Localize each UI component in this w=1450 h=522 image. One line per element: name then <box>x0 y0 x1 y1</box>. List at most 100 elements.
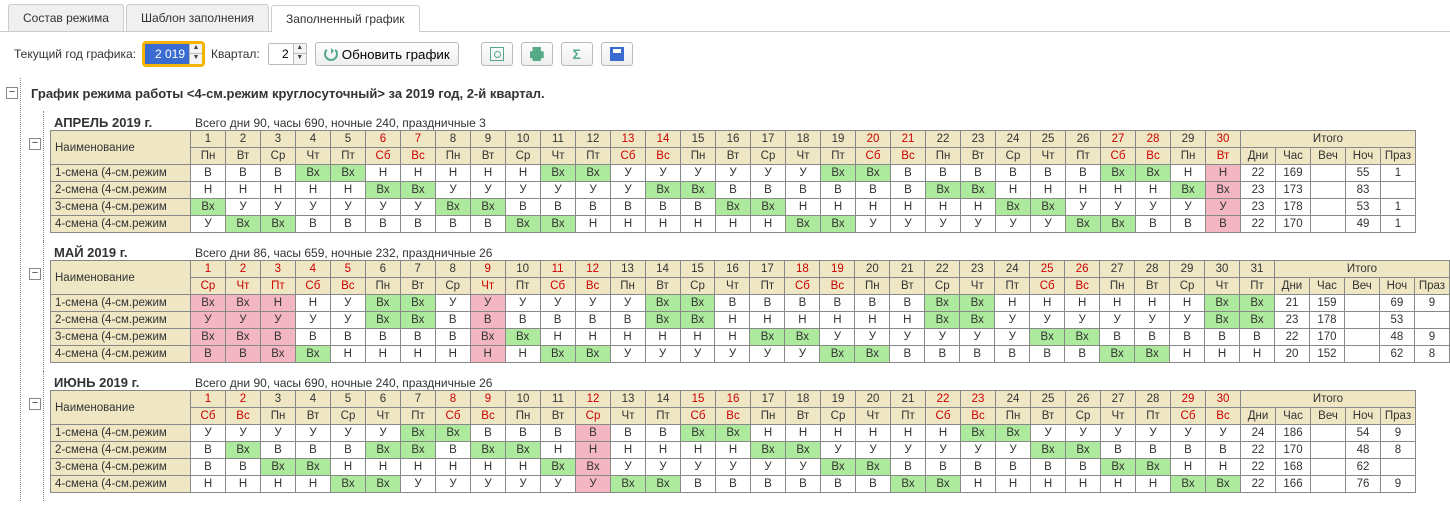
cell[interactable]: Н <box>856 425 891 442</box>
cell[interactable]: Вх <box>505 329 540 346</box>
cell[interactable]: Н <box>576 216 611 233</box>
cell[interactable]: Вх <box>401 442 436 459</box>
cell[interactable]: Вх <box>366 476 401 493</box>
cell[interactable]: Н <box>891 425 926 442</box>
cell[interactable]: Вх <box>400 295 435 312</box>
cell[interactable]: В <box>716 476 751 493</box>
cell[interactable]: Н <box>436 165 471 182</box>
cell[interactable]: Вх <box>471 199 506 216</box>
cell[interactable]: Н <box>576 442 611 459</box>
cell[interactable]: Н <box>926 199 961 216</box>
tab-0[interactable]: Состав режима <box>8 4 124 31</box>
cell[interactable]: В <box>191 459 226 476</box>
cell[interactable]: Н <box>401 459 436 476</box>
cell[interactable]: У <box>331 199 366 216</box>
cell[interactable]: У <box>856 216 891 233</box>
cell[interactable]: У <box>856 442 891 459</box>
cell[interactable]: Вх <box>996 199 1031 216</box>
cell[interactable]: Вх <box>575 346 610 363</box>
tab-2[interactable]: Заполненный график <box>271 5 420 32</box>
cell[interactable]: Н <box>995 295 1030 312</box>
cell[interactable]: У <box>961 442 996 459</box>
cell[interactable]: В <box>961 459 996 476</box>
cell[interactable]: У <box>1066 199 1101 216</box>
cell[interactable]: В <box>435 312 470 329</box>
cell[interactable]: Вх <box>1066 442 1101 459</box>
cell[interactable]: Н <box>680 329 715 346</box>
cell[interactable]: Н <box>611 216 646 233</box>
cell[interactable]: У <box>1031 216 1066 233</box>
cell[interactable]: В <box>925 346 960 363</box>
cell[interactable]: Вх <box>226 442 261 459</box>
expander-month-0[interactable]: − <box>27 135 43 150</box>
cell[interactable]: В <box>1031 459 1066 476</box>
cell[interactable]: У <box>471 476 506 493</box>
cell[interactable]: Вх <box>1136 165 1171 182</box>
cell[interactable]: Вх <box>926 182 961 199</box>
cell[interactable]: Вх <box>680 312 715 329</box>
cell[interactable]: Вх <box>1205 312 1240 329</box>
cell[interactable]: В <box>1171 442 1206 459</box>
year-input[interactable] <box>145 44 189 64</box>
cell[interactable]: В <box>1066 459 1101 476</box>
cell[interactable]: У <box>435 295 470 312</box>
cell[interactable]: В <box>681 476 716 493</box>
cell[interactable]: Н <box>1171 459 1206 476</box>
cell[interactable]: У <box>995 329 1030 346</box>
year-down[interactable]: ▼ <box>190 54 202 64</box>
cell[interactable]: Н <box>821 425 856 442</box>
cell[interactable]: Н <box>506 459 541 476</box>
cell[interactable]: Вх <box>541 459 576 476</box>
cell[interactable]: Вх <box>576 165 611 182</box>
cell[interactable]: В <box>611 425 646 442</box>
cell[interactable]: Н <box>331 182 366 199</box>
cell[interactable]: В <box>751 476 786 493</box>
cell[interactable]: Вх <box>471 442 506 459</box>
cell[interactable]: Н <box>610 329 645 346</box>
cell[interactable]: Вх <box>1031 199 1066 216</box>
cell[interactable]: У <box>470 295 505 312</box>
cell[interactable]: У <box>331 425 366 442</box>
cell[interactable]: В <box>435 329 470 346</box>
cell[interactable]: У <box>995 312 1030 329</box>
cell[interactable]: У <box>1136 199 1171 216</box>
cell[interactable]: Н <box>961 199 996 216</box>
cell[interactable]: У <box>401 199 436 216</box>
cell[interactable]: Вх <box>1171 182 1206 199</box>
cell[interactable]: У <box>401 476 436 493</box>
cell[interactable]: Н <box>1206 459 1241 476</box>
cell[interactable]: Н <box>470 346 505 363</box>
cell[interactable]: В <box>471 425 506 442</box>
cell[interactable]: Вх <box>541 216 576 233</box>
cell[interactable]: В <box>400 329 435 346</box>
cell[interactable]: Вх <box>961 425 996 442</box>
cell[interactable]: Н <box>891 199 926 216</box>
cell[interactable]: Н <box>646 216 681 233</box>
cell[interactable]: У <box>786 165 821 182</box>
cell[interactable]: Вх <box>365 295 400 312</box>
cell[interactable]: В <box>1240 329 1275 346</box>
cell[interactable]: Н <box>226 476 261 493</box>
cell[interactable]: Н <box>961 476 996 493</box>
cell[interactable]: Н <box>1031 476 1066 493</box>
cell[interactable]: Вх <box>716 199 751 216</box>
cell[interactable]: У <box>715 346 750 363</box>
cell[interactable]: Вх <box>436 199 471 216</box>
cell[interactable]: Вх <box>436 425 471 442</box>
cell[interactable]: Вх <box>1136 459 1171 476</box>
cell[interactable]: В <box>786 476 821 493</box>
cell[interactable]: У <box>1136 425 1171 442</box>
cell[interactable]: Н <box>506 165 541 182</box>
cell[interactable]: У <box>296 199 331 216</box>
cell[interactable]: Н <box>820 312 855 329</box>
cell[interactable]: В <box>1170 329 1205 346</box>
cell[interactable]: У <box>575 295 610 312</box>
cell[interactable]: В <box>226 459 261 476</box>
cell[interactable]: В <box>681 199 716 216</box>
cell[interactable]: У <box>1100 312 1135 329</box>
cell[interactable]: Н <box>1030 295 1065 312</box>
cell[interactable]: В <box>330 329 365 346</box>
cell[interactable]: Н <box>1101 476 1136 493</box>
sigma-button[interactable]: Σ <box>561 42 593 66</box>
cell[interactable]: Вх <box>821 459 856 476</box>
